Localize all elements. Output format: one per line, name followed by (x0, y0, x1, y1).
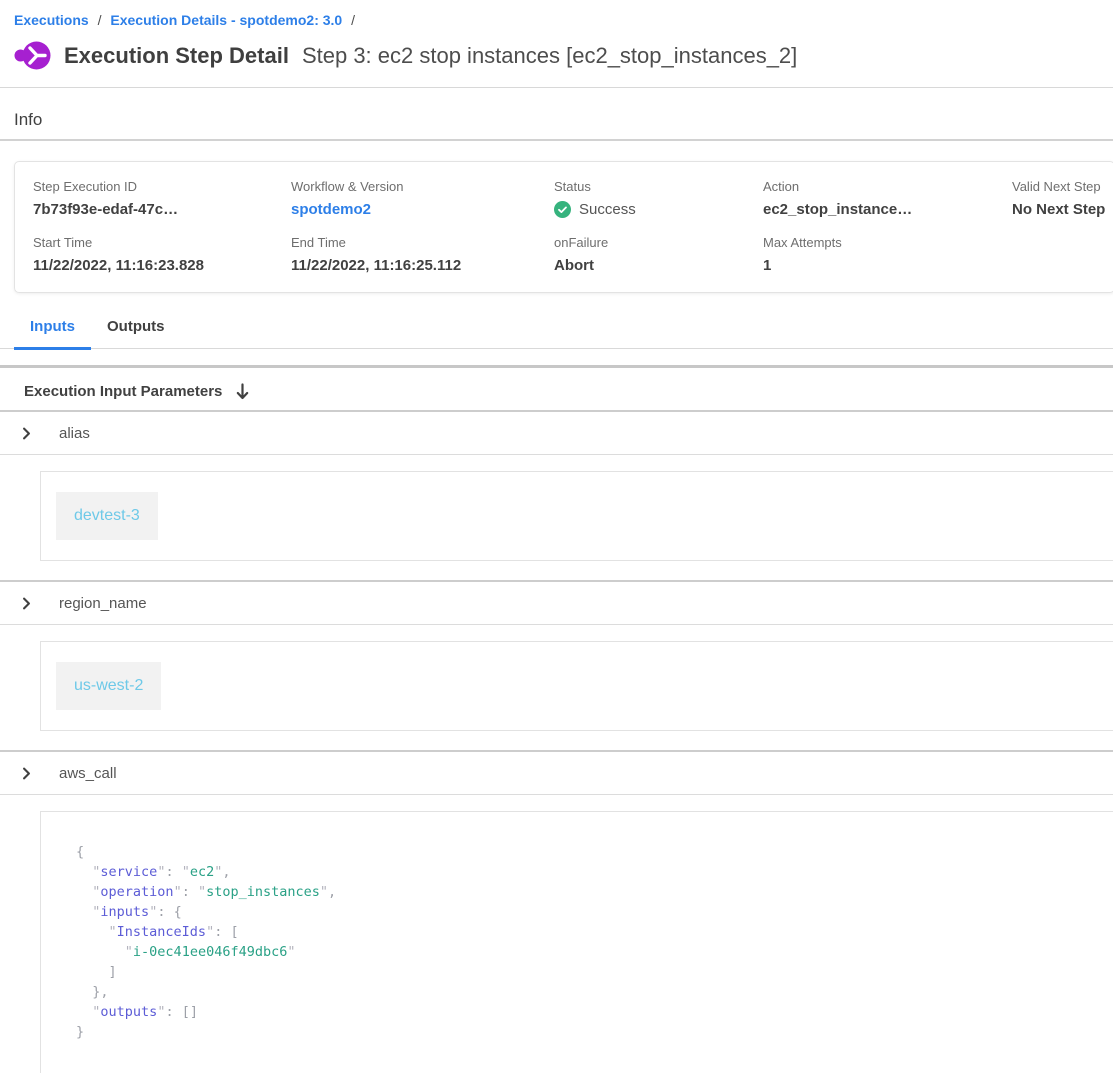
section-label: alias (59, 425, 90, 442)
tab-bar: Inputs Outputs (0, 318, 1113, 349)
breadcrumb-separator: / (98, 12, 102, 28)
chevron-right-icon (20, 427, 33, 440)
field-end-time: End Time 11/22/2022, 11:16:25.112 (291, 235, 554, 274)
arrow-down-icon[interactable] (235, 383, 250, 400)
divider (0, 624, 1113, 625)
step-info-card: Step Execution ID 7b73f93e-edaf-47c… Wor… (14, 161, 1113, 293)
params-header-label: Execution Input Parameters (24, 383, 222, 400)
status-badge: Success (579, 201, 636, 218)
divider (0, 139, 1113, 141)
info-section-heading: Info (14, 110, 1113, 130)
field-max-attempts: Max Attempts 1 (763, 235, 1012, 274)
tab-outputs[interactable]: Outputs (91, 318, 181, 348)
field-action: Action ec2_stop_instance… (763, 179, 1012, 218)
execution-input-parameters-header: Execution Input Parameters (24, 383, 1113, 400)
section-label: aws_call (59, 765, 117, 782)
breadcrumb: Executions / Execution Details - spotdem… (0, 0, 1113, 28)
region-name-value-panel: us-west-2 (40, 641, 1113, 731)
breadcrumb-link-execution-details[interactable]: Execution Details - spotdemo2: 3.0 (110, 12, 342, 28)
section-header-aws-call[interactable]: aws_call (0, 752, 1113, 794)
divider (0, 365, 1113, 368)
breadcrumb-separator: / (351, 12, 355, 28)
section-label: region_name (59, 595, 147, 612)
page-title: Execution Step Detail (64, 43, 289, 69)
divider (0, 454, 1113, 455)
chevron-right-icon (20, 767, 33, 780)
field-step-execution-id: Step Execution ID 7b73f93e-edaf-47c… (33, 179, 291, 218)
aws-call-value-panel: { "service": "ec2", "operation": "stop_i… (40, 811, 1113, 1073)
field-workflow-version: Workflow & Version spotdemo2 (291, 179, 554, 218)
page-header: Execution Step Detail Step 3: ec2 stop i… (14, 40, 1113, 71)
app-logo-icon (14, 40, 51, 71)
alias-value-panel: devtest-3 (40, 471, 1113, 561)
success-check-icon (554, 201, 571, 218)
section-header-alias[interactable]: alias (0, 412, 1113, 454)
field-valid-next-step: Valid Next Step No Next Step (1012, 179, 1113, 218)
field-status: Status Success (554, 179, 763, 218)
region-name-value-chip: us-west-2 (56, 662, 161, 710)
field-onfailure: onFailure Abort (554, 235, 763, 274)
tab-inputs[interactable]: Inputs (14, 318, 91, 348)
section-header-region-name[interactable]: region_name (0, 582, 1113, 624)
workflow-link[interactable]: spotdemo2 (291, 201, 371, 218)
alias-value-chip: devtest-3 (56, 492, 158, 540)
aws-call-json-code: { "service": "ec2", "operation": "stop_i… (76, 842, 1113, 1042)
field-start-time: Start Time 11/22/2022, 11:16:23.828 (33, 235, 291, 274)
divider (0, 87, 1113, 88)
breadcrumb-link-executions[interactable]: Executions (14, 12, 89, 28)
divider (0, 794, 1113, 795)
page-subtitle: Step 3: ec2 stop instances [ec2_stop_ins… (302, 43, 797, 69)
chevron-right-icon (20, 597, 33, 610)
